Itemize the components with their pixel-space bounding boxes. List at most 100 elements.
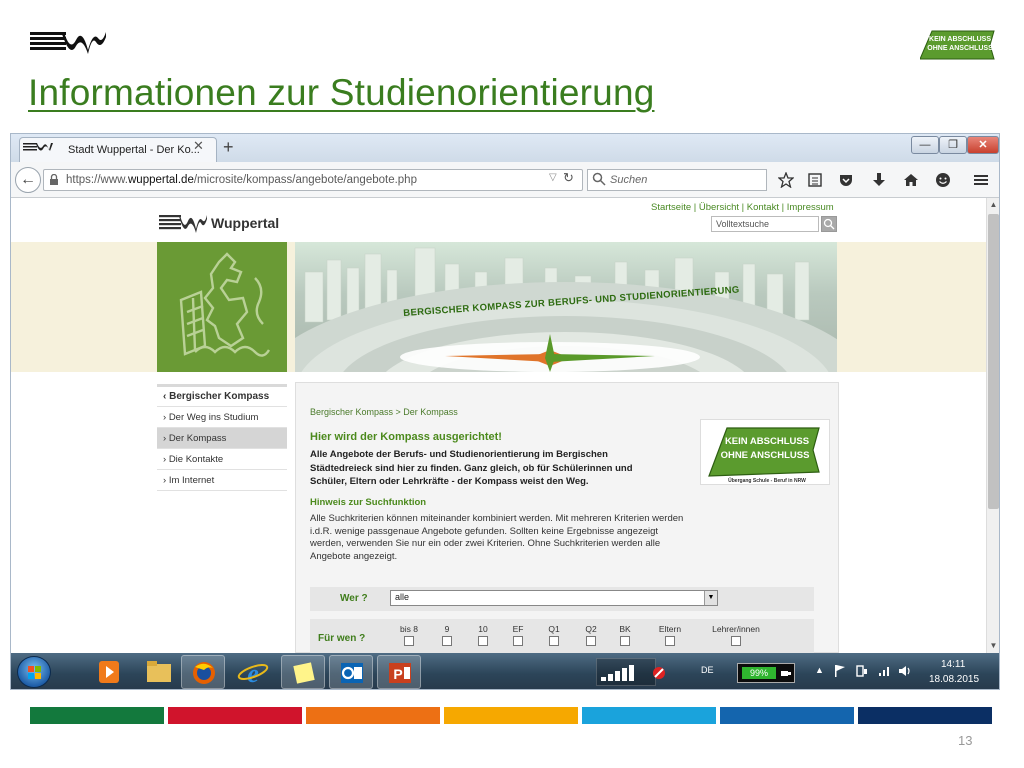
device-icon[interactable]	[855, 664, 869, 678]
reload-icon[interactable]: ↻	[563, 170, 574, 186]
volltext-search-button[interactable]	[821, 216, 837, 232]
nav-item-im-internet[interactable]: › Im Internet	[157, 470, 287, 491]
wer-label: Wer ?	[340, 593, 368, 604]
browser-screenshot: Stadt Wuppertal - Der Ko... ✕ + — ❐ ✕ ← …	[10, 133, 1000, 690]
grade-label: Q1	[548, 624, 560, 634]
wuppertal-site-logo[interactable]: Wuppertal	[159, 213, 287, 233]
grade-checkbox[interactable]	[442, 636, 452, 646]
menu-icon[interactable]	[973, 172, 989, 188]
volume-icon[interactable]	[897, 664, 913, 678]
nav-head-label: Bergischer Kompass	[169, 391, 270, 402]
battery-indicator[interactable]: 99%	[737, 663, 795, 683]
sticky-notes-icon	[293, 662, 315, 684]
download-icon[interactable]	[871, 172, 887, 188]
slide-page-number: 13	[958, 733, 973, 748]
main-content: Bergischer Kompass > Der Kompass Hier wi…	[295, 382, 839, 653]
internet-explorer-app[interactable]: e	[231, 655, 275, 689]
home-icon[interactable]	[903, 172, 919, 188]
volltext-search-input[interactable]: Volltextsuche	[711, 216, 819, 232]
nav-item-weg-ins-studium[interactable]: › Der Weg ins Studium	[157, 407, 287, 428]
url-path: /microsite/kompass/angebote/angebote.php	[193, 174, 417, 186]
clock-time[interactable]: 14:11	[941, 659, 965, 670]
grade-label: Q2	[585, 624, 597, 634]
breadcrumb[interactable]: Bergischer Kompass > Der Kompass	[310, 407, 458, 417]
explorer-app[interactable]	[137, 655, 181, 689]
search-input[interactable]: Suchen	[587, 169, 767, 191]
pocket-icon[interactable]	[838, 172, 854, 188]
windows-taskbar: e P DE 99% ▲ 14:11 18.08.2015	[11, 653, 999, 689]
top-links[interactable]: Startseite | Übersicht | Kontakt | Impre…	[651, 202, 834, 213]
web-page: Wuppertal Startseite | Übersicht | Konta…	[11, 198, 986, 653]
scroll-thumb[interactable]	[988, 214, 999, 509]
svg-text:e: e	[247, 659, 259, 688]
folder-icon	[147, 661, 171, 682]
tab-bar: Stadt Wuppertal - Der Ko... ✕ + — ❐ ✕	[11, 134, 999, 162]
grade-checkbox[interactable]	[513, 636, 523, 646]
network-tray[interactable]	[596, 658, 656, 686]
search-icon	[592, 172, 606, 186]
clock-date[interactable]: 18.08.2015	[929, 674, 979, 685]
start-button[interactable]	[17, 656, 51, 688]
wer-select[interactable]: alle	[390, 590, 718, 606]
close-window-button[interactable]: ✕	[967, 136, 999, 154]
kein-abschluss-badge: KEIN ABSCHLUSS OHNE ANSCHLUSS	[919, 29, 998, 61]
nav-item-der-kompass[interactable]: › Der Kompass	[157, 428, 287, 449]
windows-logo-icon	[28, 666, 41, 679]
no-connection-icon[interactable]	[651, 665, 667, 681]
language-indicator[interactable]: DE	[701, 665, 714, 675]
scroll-up-icon[interactable]: ▲	[986, 198, 999, 212]
ie-icon: e	[237, 659, 269, 688]
hint-text: Alle Suchkriterien können miteinander ko…	[310, 513, 684, 562]
outlook-icon	[341, 663, 363, 683]
powerpoint-icon: P	[389, 663, 411, 683]
outlook-app[interactable]	[329, 655, 373, 689]
grade-label: bis 8	[400, 624, 418, 634]
back-button[interactable]: ←	[15, 167, 41, 193]
powerpoint-app[interactable]: P	[377, 655, 421, 689]
nav-item-label: Der Weg ins Studium	[168, 412, 259, 423]
scroll-down-icon[interactable]: ▼	[986, 639, 999, 653]
grade-checkbox[interactable]	[549, 636, 559, 646]
reading-list-icon[interactable]	[807, 172, 823, 188]
wifi-bars-icon[interactable]	[877, 664, 891, 678]
grade-checkbox[interactable]	[731, 636, 741, 646]
grade-label: Eltern	[658, 624, 682, 634]
grade-checkbox[interactable]	[404, 636, 414, 646]
minimize-button[interactable]: —	[911, 136, 939, 154]
nav-head-bergischer-kompass[interactable]: ‹ Bergischer Kompass	[157, 387, 287, 407]
nav-item-die-kontakte[interactable]: › Die Kontakte	[157, 449, 287, 470]
maximize-button[interactable]: ❐	[939, 136, 967, 154]
grade-checkbox[interactable]	[586, 636, 596, 646]
grade-checkbox[interactable]	[620, 636, 630, 646]
grade-checkbox[interactable]	[665, 636, 675, 646]
flag-icon[interactable]	[833, 664, 847, 678]
grade-label: EF	[512, 624, 524, 634]
dropdown-arrow-icon[interactable]: ▼	[704, 591, 717, 605]
battery-percent: 99%	[742, 667, 776, 679]
nav-item-label: Im Internet	[168, 475, 215, 486]
intro-text: Alle Angebote der Berufs- und Studienori…	[310, 449, 633, 487]
wuppertal-coat-of-arms	[157, 242, 287, 372]
fur-wen-filter-row: Für wen ? bis 8 9 10 EF Q1 Q2 BK Eltern …	[310, 619, 814, 653]
close-tab-icon[interactable]: ✕	[193, 138, 204, 154]
sticky-notes-app[interactable]	[281, 655, 325, 689]
wuppertal-logo-icon	[30, 32, 106, 54]
color-bar-segment	[168, 707, 302, 724]
hello-icon[interactable]	[935, 172, 951, 188]
url-dropdown-icon[interactable]: ▽	[549, 172, 557, 183]
firefox-app[interactable]	[181, 655, 225, 689]
color-bar-segment	[582, 707, 716, 724]
nav-item-label: Die Kontakte	[168, 454, 224, 465]
url-host: wuppertal.de	[128, 174, 194, 186]
lion-crest-icon	[179, 252, 271, 357]
kein-abschluss-logo[interactable]: KEIN ABSCHLUSS OHNE ANSCHLUSS Übergang S…	[700, 419, 830, 485]
fur-wen-label: Für wen ?	[318, 633, 366, 644]
media-player-app[interactable]	[87, 655, 131, 689]
bookmark-star-icon[interactable]	[778, 172, 794, 188]
show-hidden-icons-icon[interactable]: ▲	[815, 665, 824, 675]
url-bar[interactable]: https://www.wuppertal.de/microsite/kompa…	[43, 169, 583, 191]
grade-label: 9	[444, 624, 450, 634]
new-tab-icon[interactable]: +	[223, 137, 234, 158]
grade-checkbox[interactable]	[478, 636, 488, 646]
hint-heading: Hinweis zur Suchfunktion	[310, 497, 427, 508]
